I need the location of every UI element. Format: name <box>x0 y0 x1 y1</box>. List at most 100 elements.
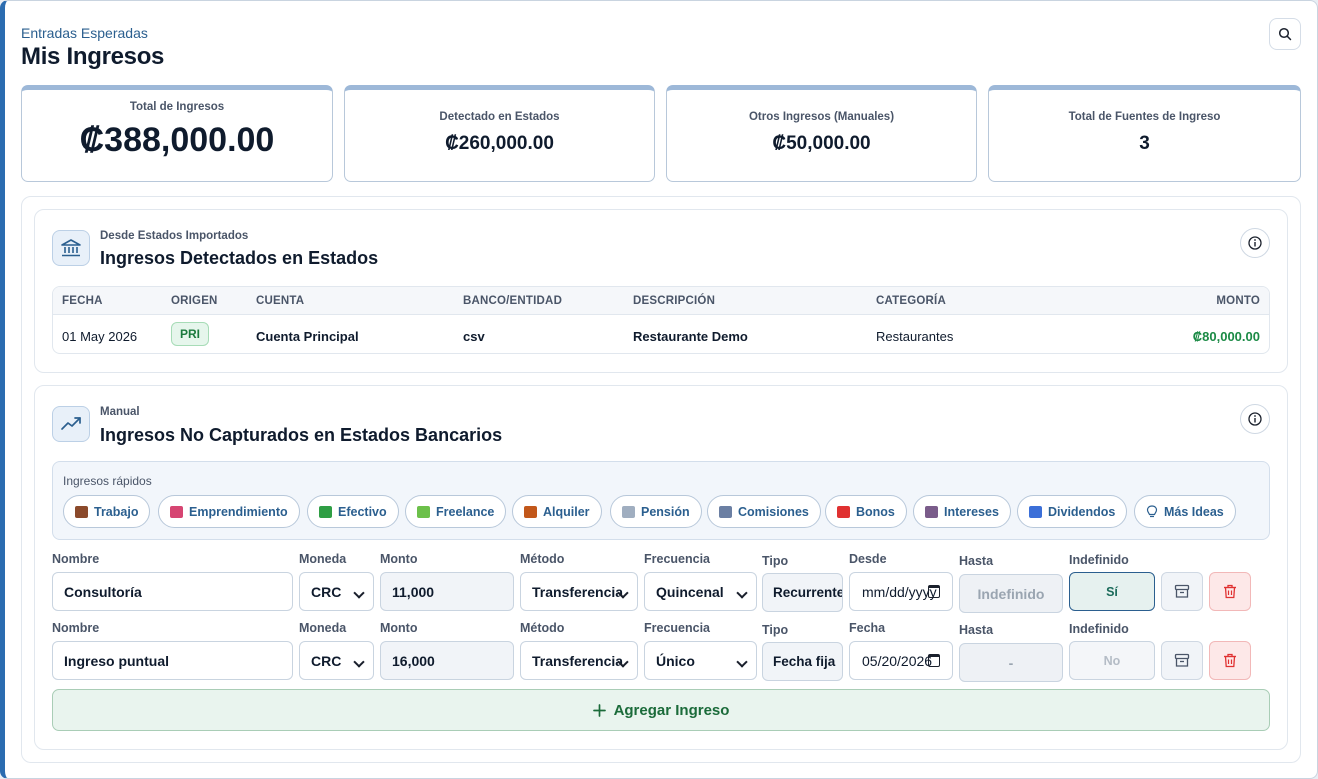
cell-fecha: 01 May 2026 <box>62 329 138 344</box>
type-field: Fecha fija <box>762 642 843 681</box>
label-tipo: Tipo <box>762 623 789 637</box>
trending-up-icon <box>61 417 81 430</box>
table-header: FECHA ORIGEN CUENTA BANCO/ENTIDAD DESCRI… <box>53 287 1269 315</box>
quick-mas-ideas-button[interactable]: Más Ideas <box>1134 495 1236 528</box>
quick-label: Emprendimiento <box>189 504 288 519</box>
cell-cuenta: Cuenta Principal <box>256 329 359 344</box>
col-monto: MONTO <box>1216 295 1260 307</box>
label-metodo: Método <box>520 552 565 566</box>
quick-emprendimiento-button[interactable]: Emprendimiento <box>158 495 300 528</box>
label-monto: Monto <box>380 621 418 635</box>
rocket-icon <box>170 505 183 518</box>
col-categoria: CATEGORÍA <box>876 295 946 307</box>
info-button[interactable] <box>1240 404 1270 434</box>
label-moneda: Moneda <box>299 621 347 635</box>
cell-descripcion: Restaurante Demo <box>633 329 748 344</box>
archive-button[interactable] <box>1161 572 1203 611</box>
end-date-field: Indefinido <box>959 574 1063 613</box>
label-indefinido: Indefinido <box>1069 622 1129 636</box>
col-descripcion: DESCRIPCIÓN <box>633 295 716 307</box>
label-tipo: Tipo <box>762 554 789 568</box>
puzzle-icon <box>417 505 430 518</box>
label-nombre: Nombre <box>52 552 100 566</box>
col-banco: BANCO/ENTIDAD <box>463 295 563 307</box>
amount-input[interactable]: 16,000 <box>380 641 514 680</box>
label-hasta: Hasta <box>959 623 994 637</box>
trend-icon-badge <box>52 406 90 442</box>
calendar-icon <box>928 585 940 598</box>
amount-input[interactable]: 11,000 <box>380 572 514 611</box>
quick-label: Comisiones <box>738 504 809 519</box>
delete-button[interactable] <box>1209 641 1251 680</box>
indefinite-toggle[interactable]: Sí <box>1069 572 1155 611</box>
archive-button[interactable] <box>1161 641 1203 680</box>
indefinite-toggle: No <box>1069 641 1155 680</box>
info-icon <box>1248 236 1262 250</box>
quick-trabajo-button[interactable]: Trabajo <box>63 495 151 528</box>
receipt-icon <box>622 505 635 518</box>
quick-freelance-button[interactable]: Freelance <box>405 495 507 528</box>
quick-label: Bonos <box>856 504 895 519</box>
method-select[interactable]: Transferencia <box>520 572 638 611</box>
quick-pension-button[interactable]: Pensión <box>610 495 702 528</box>
bar-chart-icon <box>1029 505 1042 518</box>
stat-card-manual: Otros Ingresos (Manuales) ₡50,000.00 <box>666 85 977 182</box>
income-name-input[interactable]: Ingreso puntual <box>52 641 293 680</box>
col-origen: ORIGEN <box>171 295 218 307</box>
info-button[interactable] <box>1240 228 1270 258</box>
label-fecha: Fecha <box>849 621 886 635</box>
date-value: 05/20/2026 <box>862 652 933 669</box>
stat-value: ₡388,000.00 <box>79 121 275 159</box>
stat-card-detected: Detectado en Estados ₡260,000.00 <box>344 85 655 182</box>
currency-select[interactable]: CRC <box>299 641 374 680</box>
label-desde: Desde <box>849 552 887 566</box>
page-subtitle: Entradas Esperadas <box>21 25 148 41</box>
frequency-select[interactable]: Único <box>644 641 757 680</box>
archive-icon <box>1174 653 1190 667</box>
col-fecha: FECHA <box>62 295 103 307</box>
stat-label: Detectado en Estados <box>439 111 560 123</box>
quick-alquiler-button[interactable]: Alquiler <box>512 495 602 528</box>
quick-label: Freelance <box>436 504 495 519</box>
frequency-select[interactable]: Quincenal <box>644 572 757 611</box>
search-icon <box>1278 27 1292 41</box>
start-date-input[interactable]: mm/dd/yyyy <box>849 572 953 611</box>
calendar-icon <box>928 654 940 667</box>
method-select[interactable]: Transferencia <box>520 641 638 680</box>
stat-label: Otros Ingresos (Manuales) <box>748 111 895 123</box>
stat-card-sources: Total de Fuentes de Ingreso 3 <box>988 85 1301 182</box>
delete-button[interactable] <box>1209 572 1251 611</box>
quick-comisiones-button[interactable]: Comisiones <box>707 495 821 528</box>
page-title: Mis Ingresos <box>21 43 165 70</box>
archive-icon <box>1174 584 1190 598</box>
stat-label: Total de Fuentes de Ingreso <box>1068 111 1221 123</box>
house-icon <box>524 505 537 518</box>
card-kicker: Desde Estados Importados <box>100 230 249 242</box>
quick-label: Trabajo <box>94 504 139 519</box>
label-metodo: Método <box>520 621 565 635</box>
quick-label: Dividendos <box>1048 504 1116 519</box>
quick-intereses-button[interactable]: Intereses <box>913 495 1011 528</box>
quick-efectivo-button[interactable]: Efectivo <box>307 495 399 528</box>
plus-icon <box>592 703 606 717</box>
income-name-input[interactable]: Consultoría <box>52 572 293 611</box>
stat-label: Total de Ingresos <box>129 101 225 113</box>
currency-select[interactable]: CRC <box>299 572 374 611</box>
date-value: mm/dd/yyyy <box>862 583 937 600</box>
cell-categoria: Restaurantes <box>876 329 954 344</box>
quick-dividendos-button[interactable]: Dividendos <box>1017 495 1128 528</box>
stat-value: ₡260,000.00 <box>445 133 554 154</box>
detected-income-table: FECHA ORIGEN CUENTA BANCO/ENTIDAD DESCRI… <box>52 286 1270 354</box>
card-title: Ingresos No Capturados en Estados Bancar… <box>100 425 503 445</box>
chart-icon <box>719 505 732 518</box>
bank-icon <box>61 239 81 257</box>
quick-bonos-button[interactable]: Bonos <box>825 495 907 528</box>
money-icon <box>319 505 332 518</box>
detected-income-card: Desde Estados Importados Ingresos Detect… <box>34 209 1288 373</box>
end-date-field: - <box>959 643 1063 682</box>
label-indefinido: Indefinido <box>1069 553 1129 567</box>
search-button[interactable] <box>1269 18 1301 50</box>
quick-label: Más Ideas <box>1164 504 1224 519</box>
date-input[interactable]: 05/20/2026 <box>849 641 953 680</box>
add-income-button[interactable]: Agregar Ingreso <box>52 689 1270 731</box>
